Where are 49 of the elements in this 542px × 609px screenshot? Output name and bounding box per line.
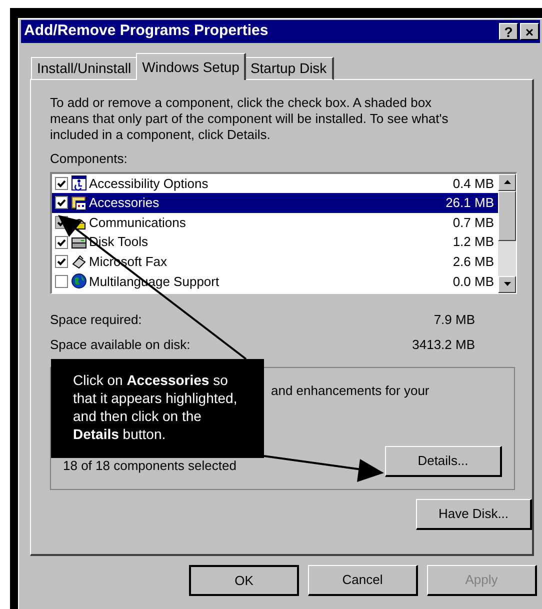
globe-icon <box>71 273 87 290</box>
component-size: 1.2 MB <box>452 233 494 252</box>
checkbox[interactable] <box>55 176 68 190</box>
cancel-button[interactable]: Cancel <box>308 565 418 596</box>
checkmark-icon <box>57 258 66 266</box>
instructions-text: To add or remove a component, click the check box. A shaded box means that only part of the component will be installed. To see what's included in a component, click Details. <box>50 95 450 143</box>
down-arrow-icon <box>504 282 510 286</box>
scroll-down-button[interactable] <box>498 276 516 292</box>
component-row[interactable]: Accessories 26.1 MB <box>52 193 498 213</box>
window-title: Add/Remove Programs Properties <box>24 21 270 42</box>
fax-machine-icon <box>71 254 87 270</box>
selection-summary: 18 of 18 components selected <box>63 456 236 475</box>
up-arrow-icon <box>504 180 510 184</box>
description-text: and enhancements for your <box>271 382 430 400</box>
folder-icon <box>71 194 87 211</box>
accessibility-icon <box>71 175 87 192</box>
tab[interactable]: Windows Setup <box>136 53 246 80</box>
component-size: 0.7 MB <box>452 214 494 232</box>
component-size: 2.6 MB <box>452 252 494 271</box>
ok-button[interactable]: OK <box>189 565 299 596</box>
component-row[interactable]: Accessibility Options 0.4 MB <box>52 174 498 194</box>
scrollbar[interactable] <box>498 174 516 292</box>
checkmark-icon <box>57 180 66 188</box>
help-button[interactable]: ? <box>499 23 518 40</box>
components-label: Components: <box>50 150 128 168</box>
tab[interactable]: Install/Uninstall <box>31 57 138 80</box>
component-name: Communications <box>89 214 187 232</box>
component-size: 26.1 MB <box>446 194 494 212</box>
checkmark-icon <box>57 199 66 208</box>
details-button[interactable]: Details... <box>385 446 502 476</box>
scroll-up-button[interactable] <box>498 174 516 190</box>
tab[interactable]: Startup Disk <box>244 57 334 80</box>
checkbox[interactable] <box>55 255 68 268</box>
have-disk-button[interactable]: Have Disk... <box>416 498 532 530</box>
scroll-thumb[interactable] <box>498 190 516 240</box>
component-size: 0.0 MB <box>452 272 494 291</box>
space-label: Space required: <box>50 310 142 329</box>
close-button[interactable]: × <box>520 23 539 40</box>
checkbox[interactable] <box>55 274 68 288</box>
component-name: Accessories <box>89 194 160 212</box>
checkbox[interactable] <box>55 236 68 249</box>
checkbox[interactable] <box>55 196 68 210</box>
space-value: 7.9 MB <box>434 310 475 328</box>
space-value: 3413.2 MB <box>412 336 475 354</box>
component-name: Accessibility Options <box>89 174 210 193</box>
component-size: 0.4 MB <box>452 174 494 193</box>
space-label: Space available on disk: <box>50 336 190 354</box>
tutorial-callout: Click on Accessories so that it appears highlighted, and then click on the Details button. <box>51 359 264 458</box>
checkmark-icon <box>57 238 66 247</box>
